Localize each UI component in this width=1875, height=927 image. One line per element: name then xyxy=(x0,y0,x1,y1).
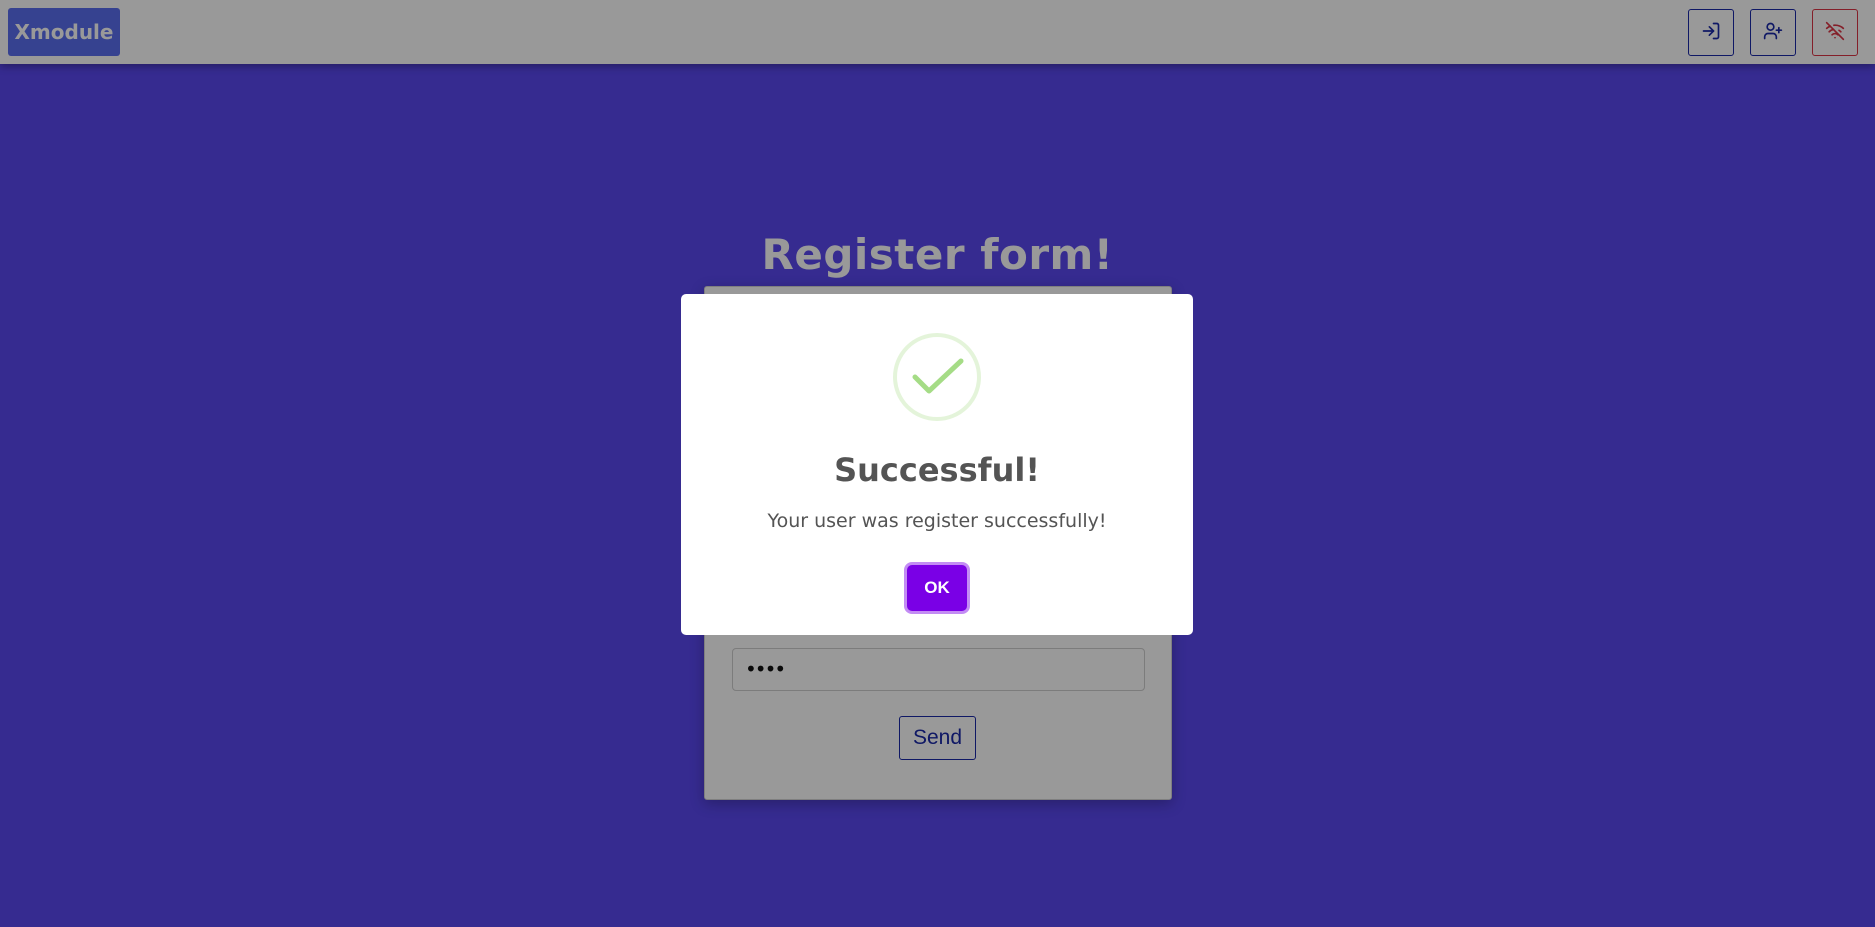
success-check-icon xyxy=(893,333,981,421)
dialog-message: Your user was register successfully! xyxy=(767,510,1107,532)
success-dialog: Successful! Your user was register succe… xyxy=(681,294,1193,635)
dialog-title: Successful! xyxy=(834,451,1040,489)
ok-button[interactable]: OK xyxy=(907,565,967,611)
